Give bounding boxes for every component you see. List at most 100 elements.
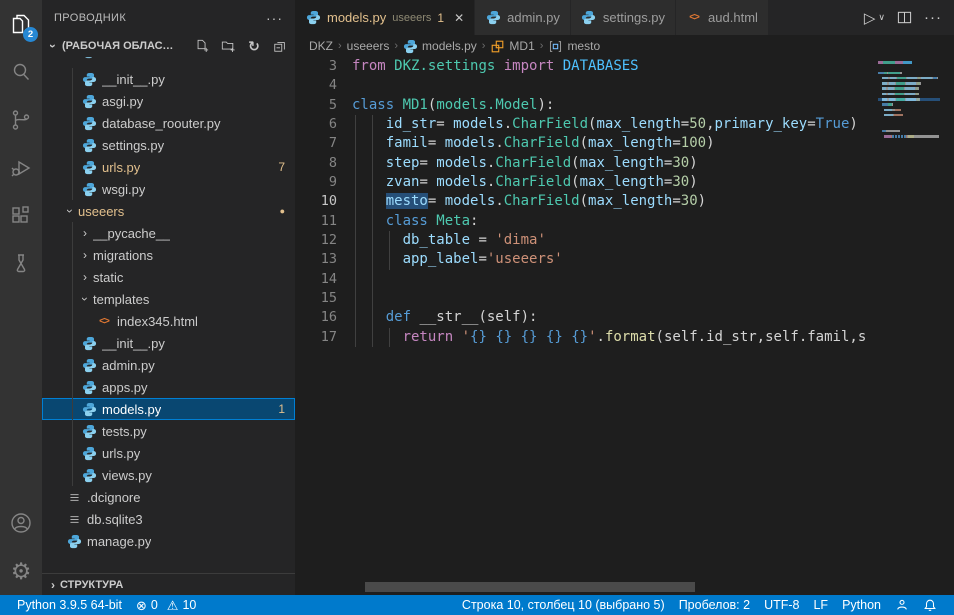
python-icon <box>81 467 97 483</box>
code-line-5[interactable]: 5class MD1(models.Model): <box>295 96 954 115</box>
tree-item-useeers[interactable]: ›useeers● <box>42 200 295 222</box>
code-line-8[interactable]: 8 step= models.CharField(max_length=30) <box>295 154 954 173</box>
breadcrumb-item-mesto[interactable]: mesto <box>548 39 600 54</box>
code-token: format <box>605 329 656 345</box>
explorer-icon[interactable]: 2 <box>0 0 42 48</box>
minimap-line <box>878 130 940 133</box>
tree-indent-guide <box>72 398 73 420</box>
code-token: step <box>386 155 420 171</box>
minimap[interactable] <box>878 57 940 595</box>
problems-status[interactable]: ⊗ 0 ⚠ 10 <box>129 598 203 612</box>
indentation-status[interactable]: Пробелов: 2 <box>672 598 757 612</box>
python-icon <box>305 10 321 26</box>
tree-item-migrations[interactable]: ›migrations <box>42 244 295 266</box>
account-icon[interactable] <box>0 499 42 547</box>
code-line-17[interactable]: 17 return '{} {} {} {} {}'.format(self.i… <box>295 328 954 347</box>
feedback-icon[interactable] <box>888 598 916 612</box>
code-line-12[interactable]: 12 db_table = 'dima' <box>295 231 954 250</box>
code-line-3[interactable]: 3from DKZ.settings import DATABASES <box>295 57 954 76</box>
chevron-right-icon: › <box>77 226 93 240</box>
tab-settings.py[interactable]: settings.py <box>571 0 675 35</box>
tree-item-__init__.py[interactable]: __init__.py <box>42 68 295 90</box>
code-token: ( <box>571 174 579 190</box>
tree-indent-guide <box>72 420 73 442</box>
search-icon[interactable] <box>0 48 42 96</box>
notifications-bell-icon[interactable] <box>916 598 944 612</box>
code-token <box>352 309 386 325</box>
breadcrumb-item-useeers[interactable]: useeers <box>347 39 390 53</box>
eol-status[interactable]: LF <box>806 598 835 612</box>
tree-item-admin.py[interactable]: admin.py <box>42 354 295 376</box>
tree-item-urls.py[interactable]: urls.py <box>42 442 295 464</box>
new-file-icon[interactable] <box>193 37 211 55</box>
code-line-9[interactable]: 9 zvan= models.CharField(max_length=30) <box>295 173 954 192</box>
line-number: 8 <box>295 154 337 173</box>
breadcrumb-item-MD1[interactable]: MD1 <box>490 39 534 54</box>
more-actions-icon[interactable]: ··· <box>924 9 942 26</box>
outline-section[interactable]: › СТРУКТУРА <box>42 573 295 595</box>
tree-item-templates[interactable]: ›templates <box>42 288 295 310</box>
minimap-line <box>878 103 940 106</box>
tree-item-wsgi.py[interactable]: wsgi.py <box>42 178 295 200</box>
workspace-section-header[interactable]: › (РАБОЧАЯ ОБЛАСТЬ) ... ↻ <box>42 35 295 57</box>
cursor-position-status[interactable]: Строка 10, столбец 10 (выбрано 5) <box>455 598 672 612</box>
code-line-4[interactable]: 4 <box>295 76 954 95</box>
code-token: 30 <box>672 155 689 171</box>
code-line-7[interactable]: 7 famil= models.CharField(max_length=100… <box>295 134 954 153</box>
code-line-14[interactable]: 14 <box>295 270 954 289</box>
close-icon[interactable]: ✕ <box>454 11 464 25</box>
settings-gear-icon[interactable]: ⚙ <box>0 547 42 595</box>
code-token: {} <box>470 329 487 345</box>
python-interpreter-status[interactable]: Python 3.9.5 64-bit <box>10 598 129 612</box>
tree-item-label: static <box>93 270 123 285</box>
breadcrumb-item-DKZ[interactable]: DKZ <box>309 39 333 53</box>
tree-item-.dcignore[interactable]: .dcignore <box>42 486 295 508</box>
tree-item-__pycache__[interactable]: ›__pycache__ <box>42 222 295 244</box>
tree-item-db.sqlite3[interactable]: db.sqlite3 <box>42 508 295 530</box>
encoding-status[interactable]: UTF-8 <box>757 598 806 612</box>
refresh-icon[interactable]: ↻ <box>245 37 263 55</box>
tab-aud.html[interactable]: <>aud.html <box>676 0 768 35</box>
tree-item-indexelement[interactable]: indexelement <box>42 57 295 68</box>
tree-item-__init__.py[interactable]: __init__.py <box>42 332 295 354</box>
tree-item-index345.html[interactable]: <>index345.html <box>42 310 295 332</box>
code-line-16[interactable]: 16 def __str__(self): <box>295 308 954 327</box>
testing-icon[interactable] <box>0 240 42 288</box>
new-folder-icon[interactable] <box>219 37 237 55</box>
tree-indent-guide <box>72 464 73 486</box>
code-editor[interactable]: 3from DKZ.settings import DATABASES45cla… <box>295 57 954 595</box>
tree-item-database_roouter.py[interactable]: database_roouter.py <box>42 112 295 134</box>
tree-indent-guide <box>72 266 73 288</box>
tree-item-views.py[interactable]: views.py <box>42 464 295 486</box>
language-mode-status[interactable]: Python <box>835 598 888 612</box>
source-control-icon[interactable] <box>0 96 42 144</box>
tree-item-manage.py[interactable]: manage.py <box>42 530 295 552</box>
horizontal-scrollbar[interactable] <box>365 582 695 592</box>
code-line-10[interactable]: 10 mesto= models.CharField(max_length=30… <box>295 192 954 211</box>
code-line-15[interactable]: 15 <box>295 289 954 308</box>
tree-item-asgi.py[interactable]: asgi.py <box>42 90 295 112</box>
tree-item-label: useeers <box>78 204 124 219</box>
tree-item-models.py[interactable]: models.py1 <box>42 398 295 420</box>
tree-item-urls.py[interactable]: urls.py7 <box>42 156 295 178</box>
tree-item-settings.py[interactable]: settings.py <box>42 134 295 156</box>
html-icon: <> <box>96 313 112 329</box>
tab-models.py[interactable]: models.pyuseeers1✕ <box>295 0 474 35</box>
tree-item-static[interactable]: ›static <box>42 266 295 288</box>
code-line-13[interactable]: 13 app_label='useeers' <box>295 250 954 269</box>
code-line-11[interactable]: 11 class Meta: <box>295 212 954 231</box>
minimap-line <box>878 124 940 127</box>
sidebar-more-icon[interactable]: ··· <box>266 10 283 26</box>
run-python-file-button[interactable]: ▷∨ <box>864 9 885 27</box>
tab-admin.py[interactable]: admin.py <box>475 0 570 35</box>
collapse-all-icon[interactable] <box>271 37 289 55</box>
breadcrumb-item-models.py[interactable]: models.py <box>403 39 477 54</box>
tree-item-tests.py[interactable]: tests.py <box>42 420 295 442</box>
split-editor-icon[interactable] <box>897 10 912 25</box>
tree-item-apps.py[interactable]: apps.py <box>42 376 295 398</box>
chevron-right-icon: › <box>46 578 60 592</box>
code-line-6[interactable]: 6 id_str= models.CharField(max_length=50… <box>295 115 954 134</box>
extensions-icon[interactable] <box>0 192 42 240</box>
tree-item-label: manage.py <box>87 534 151 549</box>
run-debug-icon[interactable] <box>0 144 42 192</box>
